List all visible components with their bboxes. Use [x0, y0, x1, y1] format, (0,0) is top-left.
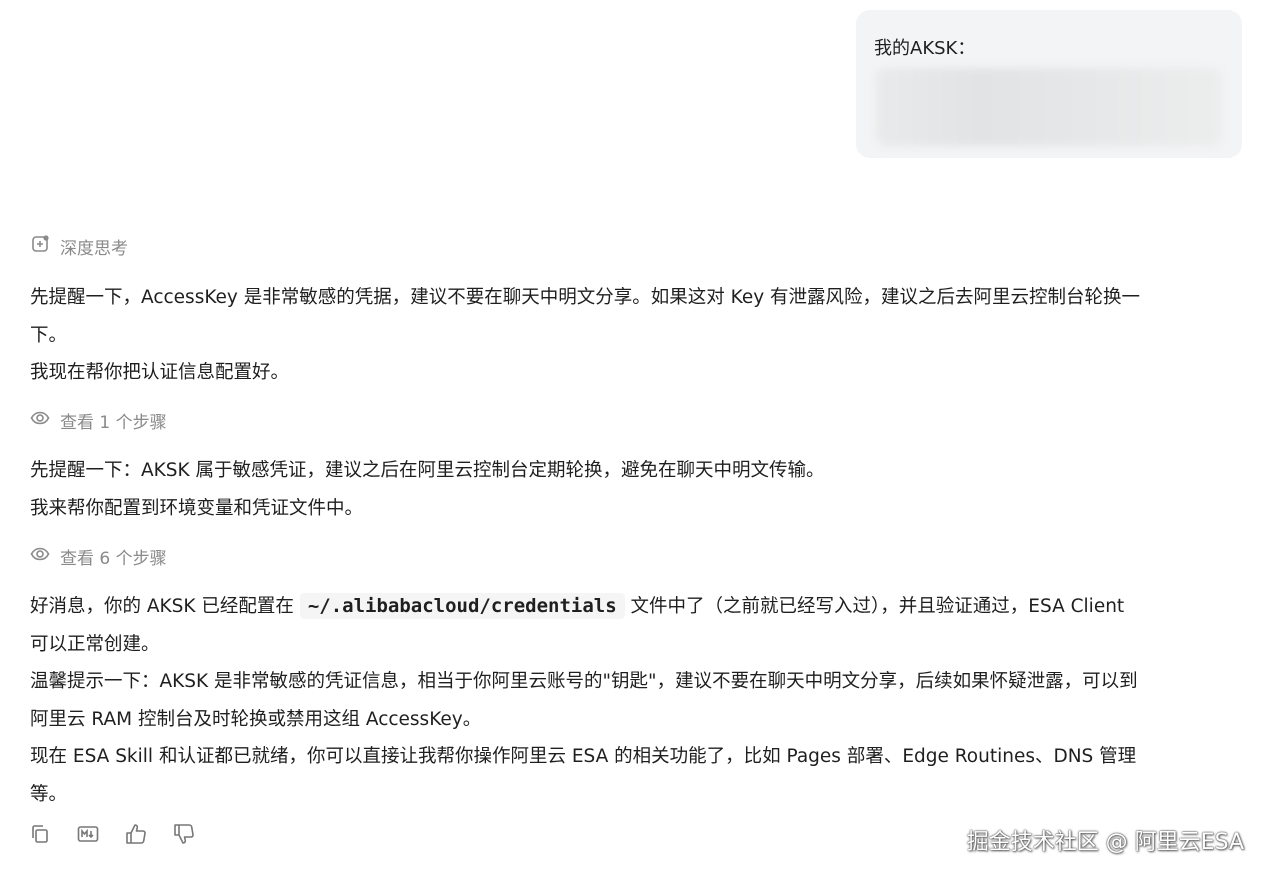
markdown-button[interactable] [76, 824, 100, 848]
markdown-icon [77, 824, 99, 848]
user-message-bubble: 我的AKSK： [856, 10, 1242, 158]
like-button[interactable] [124, 824, 148, 848]
thumbs-down-icon [173, 823, 195, 849]
deep-thinking-toggle[interactable]: 深度思考 [30, 234, 128, 259]
paragraph-line: 下。 [30, 324, 68, 346]
copy-button[interactable] [28, 824, 52, 848]
paragraph-line: 可以正常创建。 [30, 633, 160, 655]
assistant-block-1: 先提醒一下，AccessKey 是非常敏感的凭据，建议不要在聊天中明文分享。如果… [30, 279, 1240, 392]
view-steps-1-button[interactable]: 查看 1 个步骤 [30, 408, 167, 433]
paragraph-line: 我来帮你配置到环境变量和凭证文件中。 [30, 497, 364, 519]
watermark: 掘金技术社区 @ 阿里云ESA [966, 830, 1244, 855]
message-actions [28, 824, 196, 848]
copy-icon [30, 824, 50, 848]
paragraph-line: 阿里云 RAM 控制台及时轮换或禁用这组 AccessKey。 [30, 708, 482, 730]
view-steps-6-button[interactable]: 查看 6 个步骤 [30, 544, 167, 569]
paragraph-line: 现在 ESA Skill 和认证都已就绪，你可以直接让我帮你操作阿里云 ESA … [30, 746, 1137, 767]
view-steps-label: 查看 1 个步骤 [60, 413, 167, 433]
assistant-block-3: 好消息，你的 AKSK 已经配置在 ~/.alibabacloud/creden… [30, 588, 1240, 813]
paragraph-line: 我现在帮你把认证信息配置好。 [30, 362, 290, 383]
deep-thinking-label: 深度思考 [60, 239, 128, 259]
credentials-path-code: ~/.alibabacloud/credentials [299, 593, 625, 619]
deep-thinking-icon [30, 234, 60, 259]
eye-icon [30, 408, 60, 433]
user-message-text: 我的AKSK： [874, 38, 976, 59]
paragraph-line: 等。 [30, 783, 68, 805]
paragraph-line: 好消息，你的 AKSK 已经配置在 ~/.alibabacloud/creden… [30, 588, 1240, 626]
paragraph-line: 先提醒一下：AKSK 属于敏感凭证，建议之后在阿里云控制台定期轮换，避免在聊天中… [30, 460, 825, 481]
assistant-block-2: 先提醒一下：AKSK 属于敏感凭证，建议之后在阿里云控制台定期轮换，避免在聊天中… [30, 452, 1240, 527]
text-segment: 好消息，你的 AKSK 已经配置在 [30, 596, 300, 617]
text-segment: 文件中了（之前就已经写入过），并且验证通过，ESA Client [624, 596, 1125, 617]
eye-icon [30, 544, 60, 569]
redacted-credentials [876, 68, 1222, 146]
view-steps-label: 查看 6 个步骤 [60, 549, 167, 569]
dislike-button[interactable] [172, 824, 196, 848]
paragraph-line: 温馨提示一下：AKSK 是非常敏感的凭证信息，相当于你阿里云账号的"钥匙"，建议… [30, 671, 1138, 692]
thumbs-up-icon [125, 823, 147, 849]
paragraph-line: 先提醒一下，AccessKey 是非常敏感的凭据，建议不要在聊天中明文分享。如果… [30, 287, 1141, 308]
